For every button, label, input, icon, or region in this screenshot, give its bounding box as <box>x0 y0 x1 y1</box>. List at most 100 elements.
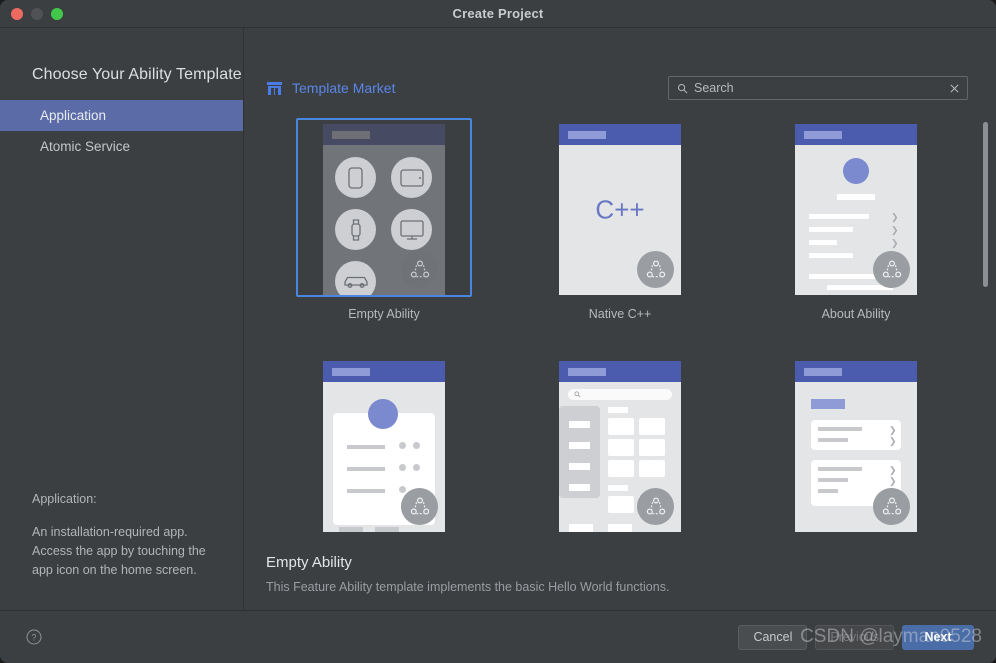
template-cell <box>502 355 738 544</box>
placeholder-bar <box>818 467 862 471</box>
grid-tile <box>639 418 665 435</box>
placeholder-bar <box>818 478 848 482</box>
placeholder-bar <box>818 438 848 442</box>
template-card-about-ability[interactable]: ❯ ❯ ❯ ❯ <box>768 118 944 297</box>
template-thumbnail: ❯ ❯ ❯ ❯ <box>795 124 917 295</box>
placeholder-bar <box>569 442 590 449</box>
search-input[interactable]: Search <box>668 76 968 100</box>
template-card-settings-ability[interactable]: ❯ ❯ ❯ ❯ <box>768 355 944 534</box>
template-cell: ❯ ❯ ❯ ❯ <box>738 355 974 544</box>
grid-tile <box>639 460 665 477</box>
placeholder-bar <box>569 463 590 470</box>
thumb-header-pill <box>568 131 606 139</box>
dialog-footer: ? Cancel Previous Next CSDN @layman0528 <box>0 610 996 663</box>
storefront-icon <box>267 81 282 95</box>
dot <box>399 442 406 449</box>
tv-icon <box>391 209 432 250</box>
templates-scrollbar[interactable] <box>983 122 988 522</box>
placeholder-bar <box>347 489 385 493</box>
list-item-label: Atomic Service <box>40 139 131 154</box>
template-label: Native C++ <box>588 307 652 321</box>
watch-icon <box>335 209 376 250</box>
ability-type-description: Application: An installation-required ap… <box>0 490 243 610</box>
harmony-logo-icon <box>637 251 674 288</box>
template-grid-container: Empty Ability C++ Native C++ ❯ ❯ ❯ About… <box>244 113 996 548</box>
list-item-application[interactable]: Application <box>0 100 243 131</box>
template-market-label: Template Market <box>292 80 396 96</box>
device-circle-phone <box>335 157 376 198</box>
template-thumbnail <box>323 124 445 295</box>
avatar <box>368 399 398 429</box>
search-icon <box>677 83 688 93</box>
chevron-right-icon: ❯ <box>891 238 899 248</box>
placeholder-bar <box>837 194 875 200</box>
phone-icon <box>335 157 376 198</box>
scrollbar-thumb[interactable] <box>983 122 988 287</box>
device-circle-car <box>335 261 376 295</box>
section-title-bar <box>811 399 845 409</box>
list-item-label: Application <box>40 108 107 123</box>
description-body: An installation-required app. Access the… <box>32 525 206 577</box>
left-pane: Choose Your Ability Template Application… <box>0 28 244 610</box>
template-cell: Empty Ability <box>266 118 502 321</box>
template-grid: Empty Ability C++ Native C++ ❯ ❯ ❯ About… <box>266 113 974 544</box>
thumb-header-pill <box>804 368 842 376</box>
next-button[interactable]: Next <box>902 624 974 650</box>
cancel-button[interactable]: Cancel <box>738 624 808 650</box>
placeholder-bar <box>608 485 628 491</box>
chevron-right-icon: ❯ <box>891 225 899 235</box>
template-thumbnail <box>323 361 445 532</box>
list-item-atomic-service[interactable]: Atomic Service <box>0 131 243 162</box>
thumb-header-bar <box>795 361 917 382</box>
template-thumbnail: C++ <box>559 124 681 295</box>
chevron-right-icon: ❯ <box>889 425 897 435</box>
grid-tile <box>608 439 634 456</box>
grid-tile <box>608 460 634 477</box>
thumb-header-bar <box>323 124 445 145</box>
pane-title: Choose Your Ability Template <box>32 66 242 83</box>
title-bar: Create Project <box>0 0 996 28</box>
mini-search-bar <box>568 389 672 400</box>
grid-tile <box>608 418 634 435</box>
template-card-category-ability[interactable] <box>532 355 708 534</box>
template-card-empty-ability[interactable] <box>296 118 472 297</box>
device-circle-watch <box>335 209 376 250</box>
close-x-icon[interactable] <box>949 83 960 94</box>
search-placeholder: Search <box>694 81 734 95</box>
dialog-body: Choose Your Ability Template Application… <box>0 28 996 610</box>
template-market-link[interactable]: Template Market <box>266 80 395 96</box>
avatar <box>843 158 869 184</box>
right-pane: Template Market Search Empty Ability C++… <box>244 28 996 610</box>
template-card-profile-ability[interactable] <box>296 355 472 534</box>
template-card-native-cpp[interactable]: C++ <box>532 118 708 297</box>
placeholder-bar <box>569 484 590 491</box>
left-spacer <box>0 162 243 490</box>
chevron-right-icon: ❯ <box>889 436 897 446</box>
placeholder-bar <box>818 489 838 493</box>
chevron-right-icon: ❯ <box>891 212 899 222</box>
placeholder-bar <box>569 524 593 532</box>
detail-description: This Feature Ability template implements… <box>266 580 670 594</box>
harmony-logo-icon <box>401 488 438 525</box>
harmony-logo-icon <box>873 251 910 288</box>
placeholder-bar <box>809 214 869 219</box>
grid-tile <box>639 439 665 456</box>
thumb-header-pill <box>804 131 842 139</box>
device-circle-tablet <box>391 157 432 198</box>
thumb-header-pill <box>332 368 370 376</box>
template-thumbnail <box>559 361 681 532</box>
chevron-right-icon: ❯ <box>889 476 897 486</box>
placeholder-bar <box>339 527 363 532</box>
grid-tile <box>608 496 634 513</box>
template-cell: ❯ ❯ ❯ ❯ <box>738 118 974 321</box>
dot <box>399 486 406 493</box>
placeholder-bar <box>809 227 853 232</box>
detail-title: Empty Ability <box>266 554 352 571</box>
svg-text:?: ? <box>31 632 36 642</box>
device-circle-tv <box>391 209 432 250</box>
thumb-header-bar <box>559 361 681 382</box>
question-circle-icon[interactable]: ? <box>26 629 42 645</box>
thumb-header-bar <box>323 361 445 382</box>
previous-button: Previous <box>815 624 894 650</box>
templates-toolbar: Template Market Search <box>244 63 996 113</box>
